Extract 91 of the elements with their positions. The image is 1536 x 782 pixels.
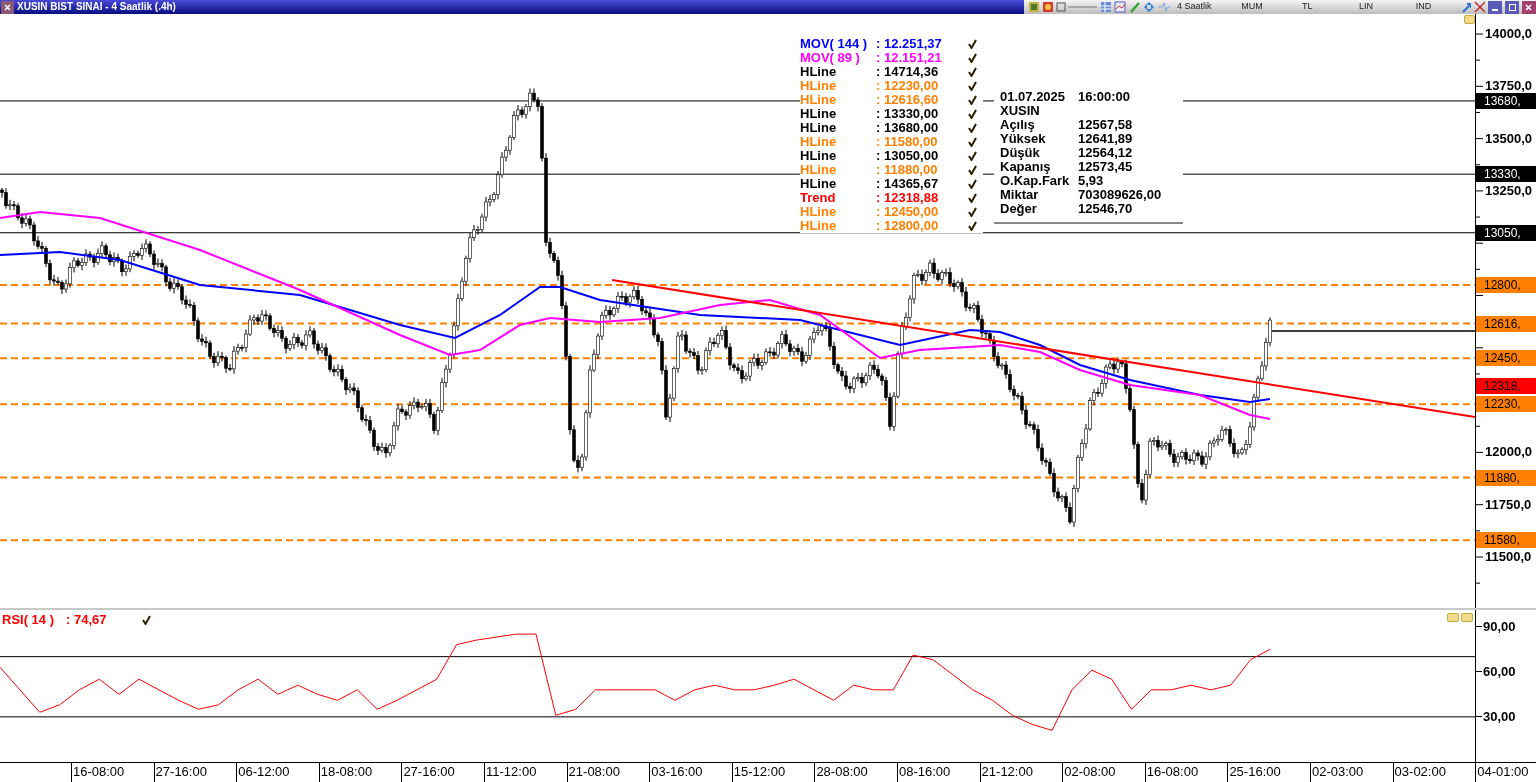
price-marker: 12616, — [1476, 315, 1536, 332]
indicator-value: : 13050,00 — [876, 149, 940, 163]
indicator-name: HLine — [800, 79, 838, 93]
indicator-value: : 12.251,37 — [876, 37, 943, 51]
indicator-value: : 12230,00 — [876, 79, 940, 93]
price-marker: 12450, — [1476, 350, 1536, 367]
indicator-name: HLine — [800, 65, 838, 79]
scale-label[interactable]: LIN — [1358, 0, 1413, 14]
indicator-name: MOV( 89 ) — [800, 51, 861, 65]
info-value: 703089626,00 — [1078, 188, 1162, 202]
price-marker: 13050, — [1476, 224, 1536, 241]
time-axis-label: 03-16:00 — [651, 763, 703, 781]
info-value: 12564,12 — [1078, 146, 1133, 160]
price-marker: 13330, — [1476, 166, 1536, 183]
indicator-value: : 13330,00 — [876, 107, 940, 121]
time-axis-label: 21-12:00 — [981, 763, 1033, 781]
indicator-name: Trend — [800, 191, 837, 205]
info-symbol: XUSIN — [1000, 104, 1041, 118]
time-axis-label: 18-08:00 — [320, 763, 373, 781]
time-axis-label: 16-08:00 — [1146, 763, 1199, 781]
indicator-name: HLine — [800, 121, 838, 135]
info-value: 5,93 — [1078, 174, 1104, 188]
price-marker: 11880, — [1476, 469, 1536, 486]
time-axis-label: 11-12:00 — [486, 763, 537, 781]
time-axis-label: 27-16:00 — [403, 763, 455, 781]
indicator-value: : 12450,00 — [876, 205, 940, 219]
rsi-label: RSI( 14 ) — [2, 611, 54, 629]
price-marker: 12800, — [1476, 277, 1536, 294]
currency-label[interactable]: TL — [1301, 0, 1356, 14]
indicator-value: : 12616,60 — [876, 93, 940, 107]
time-axis-label: 08-16:00 — [899, 763, 951, 781]
indicator-name: HLine — [800, 149, 838, 163]
indicator-value: : 14714,36 — [876, 65, 940, 79]
rsi-axis-label: 60,00 — [1483, 663, 1516, 680]
indicator-value: : 14365,67 — [876, 177, 940, 191]
price-marker: 12318, — [1476, 377, 1536, 394]
indicator-name: HLine — [800, 135, 838, 149]
info-label: Miktar — [1000, 188, 1039, 202]
indicator-name: MOV( 144 ) — [800, 37, 869, 51]
indicator-label[interactable]: IND — [1415, 0, 1459, 14]
indicator-name: HLine — [800, 107, 838, 121]
price-marker: 13680, — [1476, 92, 1536, 109]
price-axis-label: 13750,0 — [1485, 79, 1532, 94]
indicator-name: HLine — [800, 163, 838, 177]
price-axis-label: 13250,0 — [1485, 183, 1532, 198]
chart-type-label[interactable]: MUM — [1241, 0, 1299, 14]
rsi-axis-label: 90,00 — [1483, 618, 1516, 635]
indicator-value: : 13680,00 — [876, 121, 940, 135]
time-axis-label: 15-12:00 — [733, 763, 786, 781]
rsi-value: : 74,67 — [66, 611, 108, 629]
indicator-value: : 12318,88 — [876, 191, 940, 205]
price-axis-label: 14000,0 — [1485, 27, 1532, 41]
info-label: O.Kap.Fark — [1000, 174, 1071, 188]
rsi-axis-label: 30,00 — [1483, 708, 1516, 725]
period-label[interactable]: 4 Saatlik — [1172, 0, 1239, 14]
time-axis-label: 16-08:00 — [73, 763, 125, 781]
price-axis-label: 11750,0 — [1485, 497, 1532, 512]
info-label: Açılış — [1000, 118, 1036, 132]
info-time: 16:00:00 — [1078, 90, 1131, 104]
time-axis-label: 03-02:00 — [1394, 763, 1446, 781]
indicator-name: HLine — [800, 219, 838, 233]
indicator-value: : 12800,00 — [876, 219, 940, 233]
price-marker: 12230, — [1476, 396, 1536, 413]
info-label: Düşük — [1000, 146, 1041, 160]
price-axis-label: 13500,0 — [1485, 131, 1532, 146]
indicator-value: : 11880,00 — [876, 163, 939, 177]
info-label: Yüksek — [1000, 132, 1047, 146]
indicator-name: HLine — [800, 205, 838, 219]
indicator-value: : 12.151,21 — [876, 51, 943, 65]
price-marker: 11580, — [1476, 532, 1536, 549]
time-axis-label: 02-03:00 — [1312, 763, 1364, 781]
info-value: 12641,89 — [1078, 132, 1133, 146]
time-axis-label: 28-08:00 — [816, 763, 868, 781]
info-label: Kapanış — [1000, 160, 1052, 174]
time-axis-label: 04-01:00 — [1477, 763, 1529, 781]
window-title: XUSIN BIST SINAI - 4 Saatlik (.4h) — [17, 2, 176, 12]
indicator-name: HLine — [800, 177, 838, 191]
indicator-name: HLine — [800, 93, 838, 107]
info-value: 12567,58 — [1078, 118, 1133, 132]
price-axis-label: 12000,0 — [1485, 445, 1532, 460]
time-axis-label: 27-16:00 — [155, 763, 207, 781]
price-axis-label: 11500,0 — [1485, 550, 1532, 564]
time-axis-label: 02-08:00 — [1064, 763, 1116, 781]
info-date: 01.07.2025 — [1000, 90, 1067, 104]
time-axis-label: 21-08:00 — [568, 763, 620, 781]
info-value: 12573,45 — [1078, 160, 1133, 174]
time-axis-label: 25-16:00 — [1229, 763, 1281, 781]
time-axis-label: 06-12:00 — [238, 763, 290, 781]
info-value: 12546,70 — [1078, 202, 1133, 216]
info-label: Değer — [1000, 202, 1038, 216]
indicator-value: : 11580,00 — [876, 135, 939, 149]
